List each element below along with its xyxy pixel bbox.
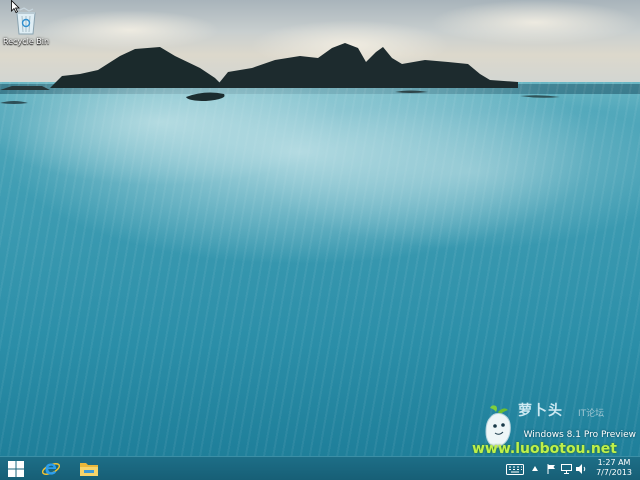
- watermark-site: www.luobotou.net: [472, 441, 617, 456]
- clock-date: 7/7/2013: [596, 468, 632, 477]
- desktop-background[interactable]: Recycle Bin 萝卜头 IT论坛 www.luobotou.net Wi…: [0, 0, 640, 456]
- start-button[interactable]: [0, 457, 32, 480]
- watermark: 萝卜头 IT论坛 www.luobotou.net: [470, 398, 640, 456]
- edition-text: Windows 8.1 Pro Preview: [523, 430, 636, 440]
- sea-stacks: [0, 43, 560, 104]
- clock[interactable]: 1:27 AM 7/7/2013: [596, 458, 632, 478]
- flag-icon[interactable]: [547, 464, 556, 474]
- watermark-brand: 萝卜头: [518, 403, 563, 419]
- watermark-brand-sub: IT论坛: [578, 409, 605, 419]
- file-explorer-button[interactable]: [70, 457, 108, 480]
- taskbar: 1:27 AM 7/7/2013: [0, 456, 640, 480]
- internet-explorer-button[interactable]: [32, 457, 70, 480]
- mouse-pointer-icon: [11, 0, 20, 13]
- clock-time: 1:27 AM: [597, 458, 631, 467]
- windows-logo-icon: [8, 461, 24, 477]
- keyboard-icon[interactable]: [506, 464, 524, 475]
- volume-icon[interactable]: [576, 464, 587, 474]
- network-icon[interactable]: [561, 464, 572, 474]
- show-hidden-icons[interactable]: [532, 466, 538, 471]
- system-tray: 1:27 AM 7/7/2013: [500, 457, 640, 480]
- folder-icon: [80, 463, 98, 476]
- internet-explorer-icon: [41, 463, 61, 475]
- recycle-bin-label: Recycle Bin: [2, 37, 50, 46]
